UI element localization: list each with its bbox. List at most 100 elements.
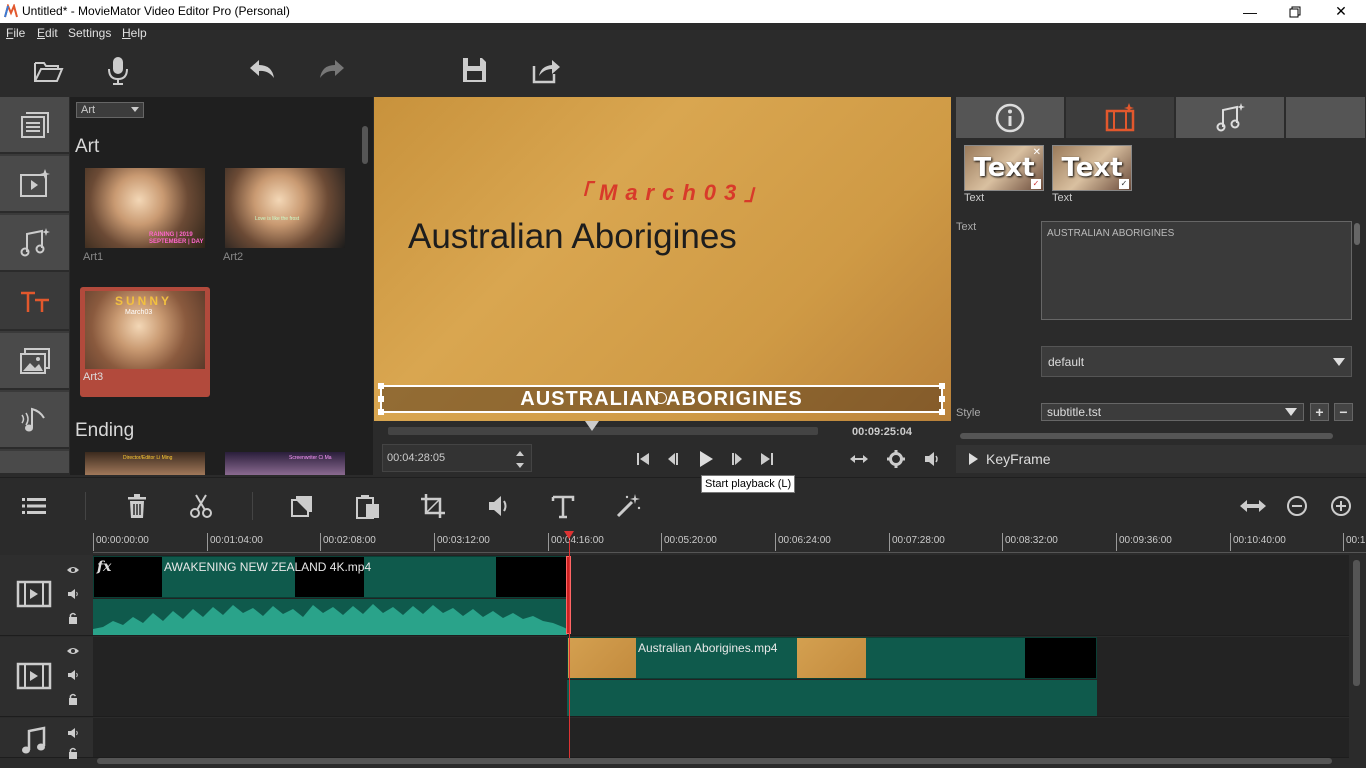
- eye-icon[interactable]: [66, 644, 80, 658]
- next-frame-button[interactable]: [724, 447, 750, 471]
- library-scrollbar[interactable]: [362, 126, 368, 164]
- category-select[interactable]: Art: [76, 102, 144, 118]
- rotate-handle[interactable]: [655, 392, 667, 404]
- copy-button[interactable]: [285, 490, 319, 522]
- track-audio[interactable]: [93, 718, 1349, 758]
- fit-width-button[interactable]: [846, 447, 872, 471]
- spin-up-icon[interactable]: [513, 447, 527, 459]
- crop-button[interactable]: [416, 490, 450, 522]
- tab-audio-filters[interactable]: [1176, 97, 1285, 138]
- lock-icon[interactable]: [66, 611, 80, 625]
- remove-style-button[interactable]: −: [1334, 403, 1353, 421]
- track-video-2[interactable]: Australian Aborigines.mp4: [93, 637, 1349, 717]
- ruler-tick: 00:10:40:00: [1230, 533, 1286, 551]
- lock-icon[interactable]: [66, 692, 80, 706]
- spin-down-icon[interactable]: [513, 459, 527, 471]
- sidebar-item-audio-filters[interactable]: [0, 215, 69, 272]
- menu-edit[interactable]: Edit: [37, 26, 58, 40]
- tab-info[interactable]: [956, 97, 1065, 138]
- template-card-art3-selected[interactable]: SUNNY March03 Art3: [80, 287, 210, 397]
- eye-icon[interactable]: [66, 563, 80, 577]
- resize-handle[interactable]: [939, 396, 945, 402]
- speaker-icon[interactable]: [66, 726, 80, 740]
- audio-button[interactable]: [482, 490, 516, 522]
- clip-awakening-video[interactable]: fx AWAKENING NEW ZEALAND 4K.mp4: [93, 556, 567, 598]
- filter-thumb-text-1[interactable]: Text ✕ ✓: [964, 145, 1044, 191]
- template-thumb-art1[interactable]: RAINING | 2019 SEPTEMBER | DAY: [85, 168, 205, 248]
- add-style-button[interactable]: +: [1310, 403, 1329, 421]
- track-video-1[interactable]: fx AWAKENING NEW ZEALAND 4K.mp4: [93, 555, 1349, 636]
- speaker-icon[interactable]: [66, 668, 80, 682]
- properties-scrollbar[interactable]: [1354, 223, 1360, 245]
- previous-frame-button[interactable]: [660, 447, 686, 471]
- scissors-icon: [190, 494, 212, 518]
- close-icon[interactable]: ✕: [1033, 147, 1041, 158]
- timeline-h-scrollbar[interactable]: [97, 758, 1332, 764]
- playhead-line[interactable]: [569, 540, 570, 758]
- restore-button[interactable]: [1272, 0, 1318, 23]
- scrub-handle[interactable]: [585, 421, 600, 431]
- menu-file[interactable]: File: [6, 26, 25, 40]
- filter-thumb-text-2[interactable]: Text ✓: [1052, 145, 1132, 191]
- text-input[interactable]: AUSTRALIAN ABORIGINES: [1041, 221, 1352, 320]
- sidebar-item-video-filters[interactable]: [0, 156, 69, 213]
- tab-extra[interactable]: [1286, 97, 1366, 138]
- track-menu-button[interactable]: [17, 490, 51, 522]
- template-thumb-ending2[interactable]: Screenwriter Ci Ma: [225, 452, 345, 475]
- clip-australian-video[interactable]: Australian Aborigines.mp4: [567, 637, 1097, 679]
- undo-icon[interactable]: [244, 53, 280, 87]
- settings-button[interactable]: [883, 447, 909, 471]
- current-time-field[interactable]: 00:04:28:05: [382, 444, 532, 472]
- scrub-bar[interactable]: [388, 427, 818, 435]
- clip-australian-audio[interactable]: [567, 680, 1097, 716]
- open-folder-icon[interactable]: [30, 53, 66, 87]
- add-text-button[interactable]: [546, 490, 580, 522]
- zoom-in-button[interactable]: [1324, 490, 1358, 522]
- resize-handle[interactable]: [378, 383, 384, 389]
- delete-button[interactable]: [120, 490, 154, 522]
- skip-start-button[interactable]: [630, 447, 656, 471]
- sidebar-item-images[interactable]: [0, 333, 69, 390]
- timeline-ruler[interactable]: 00:00:00:00 00:01:04:00 00:02:08:00 00:0…: [93, 533, 1366, 553]
- lock-icon[interactable]: [66, 746, 80, 760]
- template-thumb-ending1[interactable]: Director/Editor Li Ming: [85, 452, 205, 475]
- sidebar-item-playlist[interactable]: [0, 97, 69, 154]
- sidebar-item-more[interactable]: [0, 451, 69, 475]
- skip-end-button[interactable]: [754, 447, 780, 471]
- paste-button[interactable]: [351, 490, 385, 522]
- sidebar-item-text[interactable]: [0, 274, 69, 331]
- resize-handle[interactable]: [378, 396, 384, 402]
- menu-help[interactable]: Help: [122, 26, 147, 40]
- checkbox-icon[interactable]: ✓: [1031, 179, 1041, 189]
- preset-select[interactable]: default: [1041, 346, 1352, 377]
- tab-video-filters[interactable]: [1066, 97, 1175, 138]
- play-button[interactable]: [692, 447, 718, 471]
- video-preview[interactable]: 「March03」 Australian Aborigines AUSTRALI…: [374, 97, 951, 421]
- menu-settings[interactable]: Settings: [68, 26, 111, 40]
- resize-handle[interactable]: [939, 383, 945, 389]
- redo-icon[interactable]: [314, 53, 350, 87]
- speaker-icon[interactable]: [66, 587, 80, 601]
- playhead-handle[interactable]: [564, 531, 574, 539]
- resize-handle[interactable]: [939, 409, 945, 415]
- resize-handle[interactable]: [378, 409, 384, 415]
- save-icon[interactable]: [456, 53, 492, 87]
- template-thumb-art2[interactable]: Love is like the frost: [225, 168, 345, 248]
- checkbox-icon[interactable]: ✓: [1119, 179, 1129, 189]
- sidebar-item-audio[interactable]: [0, 392, 69, 449]
- fit-timeline-button[interactable]: [1236, 490, 1270, 522]
- style-select[interactable]: subtitle.tst: [1041, 403, 1304, 421]
- microphone-icon[interactable]: [100, 53, 136, 87]
- zoom-out-button[interactable]: [1280, 490, 1314, 522]
- timeline-v-scrollbar[interactable]: [1353, 560, 1360, 686]
- minimize-button[interactable]: —: [1227, 0, 1273, 23]
- split-button[interactable]: [184, 490, 218, 522]
- music-filter-icon: [1216, 102, 1245, 131]
- keyframe-expander[interactable]: KeyFrame: [956, 445, 1366, 473]
- export-icon[interactable]: [528, 53, 564, 87]
- effects-button[interactable]: [611, 490, 645, 522]
- clip-awakening-audio[interactable]: [93, 599, 567, 635]
- volume-button[interactable]: [919, 447, 945, 471]
- close-button[interactable]: ✕: [1318, 0, 1364, 23]
- properties-h-scrollbar[interactable]: [960, 433, 1333, 439]
